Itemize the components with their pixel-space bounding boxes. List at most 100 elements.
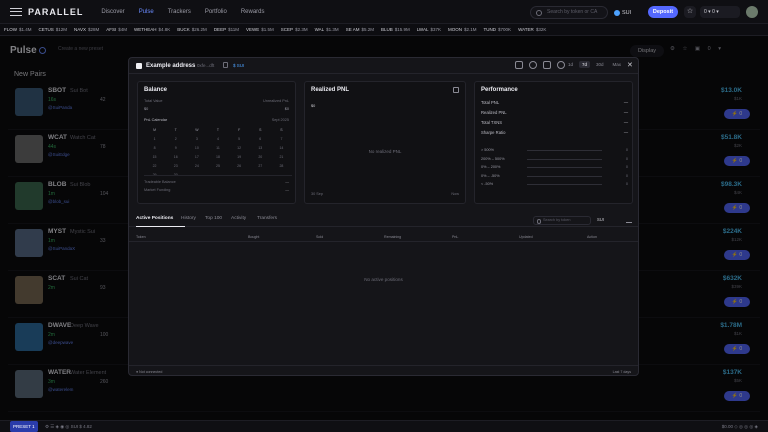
tradeable-label: Tradeable Balance [144, 180, 176, 184]
balance-title: Balance [144, 87, 168, 93]
calendar-day[interactable]: 12 [229, 146, 250, 150]
menu-icon[interactable] [10, 7, 22, 16]
calendar-day[interactable]: 24 [186, 164, 207, 168]
calendar-icon[interactable] [453, 87, 459, 93]
bell-icon[interactable] [529, 61, 537, 69]
calendar-day[interactable]: 17 [186, 155, 207, 159]
calendar-day[interactable]: 8 [144, 146, 165, 150]
search-input[interactable]: Search by token or CA [530, 6, 608, 19]
nav-link-portfolio[interactable]: Portfolio [205, 9, 227, 15]
globe-icon[interactable] [557, 61, 565, 69]
ticker-item[interactable]: WAL $1.3M [315, 27, 339, 32]
share-icon[interactable] [543, 61, 551, 69]
brand-logo[interactable]: PARALLEL [28, 7, 83, 17]
calendar-day[interactable]: 20 [250, 155, 271, 159]
timeframe-30d[interactable]: 30d [593, 61, 607, 68]
calendar-day[interactable]: 16 [165, 155, 186, 159]
calendar-day[interactable]: 1 [144, 137, 165, 141]
calendar-day[interactable]: 21 [271, 155, 292, 159]
stat-value: — [623, 130, 628, 135]
col-bought[interactable]: Bought [248, 235, 259, 239]
nav-link-trackers[interactable]: Trackers [168, 9, 191, 15]
ticker-symbol: VEWE [246, 27, 260, 32]
ticker-item[interactable]: NAVX $28M [74, 27, 99, 32]
distribution-row: < -50% 0 [481, 182, 628, 188]
calendar-day[interactable]: 15 [144, 155, 165, 159]
ticker-item[interactable]: WATER $32K [518, 27, 546, 32]
star-icon[interactable]: ☆ [684, 6, 696, 18]
tab-transfers[interactable]: Transfers [257, 216, 277, 221]
chain-selector[interactable]: SUI [614, 7, 631, 18]
calendar-day[interactable]: 19 [229, 155, 250, 159]
pnl-calendar-month[interactable]: Sept 2025 [272, 118, 289, 122]
calendar-day[interactable]: 2 [165, 137, 186, 141]
ticker-item[interactable]: AFSI $4M [106, 27, 127, 32]
tab-activity[interactable]: Activity [231, 216, 246, 221]
col-remaining[interactable]: Remaining [384, 235, 401, 239]
star-icon[interactable] [515, 61, 523, 69]
nav-link-discover[interactable]: Discover [101, 9, 124, 15]
col-updated[interactable]: Updated [519, 235, 533, 239]
nav-link-pulse[interactable]: Pulse [139, 9, 154, 15]
calendar-day[interactable]: 6 [250, 137, 271, 141]
calendar-day[interactable]: 9 [165, 146, 186, 150]
calendar-day[interactable]: 26 [229, 164, 250, 168]
close-icon[interactable]: ✕ [627, 61, 633, 69]
ticker-item[interactable]: SE AM $5.2M [346, 27, 374, 32]
ticker-item[interactable]: WETHEAH $4.8K [134, 27, 170, 32]
ticker-symbol: CETUS [38, 27, 54, 32]
token-search-input[interactable]: Search by token [533, 216, 591, 225]
timeframe-1d[interactable]: 1d [565, 61, 576, 68]
currency-toggle[interactable]: SUI [597, 217, 604, 222]
col-token[interactable]: Token [136, 235, 146, 239]
calendar-day[interactable]: 4 [207, 137, 228, 141]
calendar-day[interactable]: 13 [250, 146, 271, 150]
calendar-day[interactable]: 14 [271, 146, 292, 150]
calendar-day[interactable]: 23 [165, 164, 186, 168]
ticker-item[interactable]: TUND $700K [484, 27, 512, 32]
tab-active-positions[interactable]: Active Positions [136, 216, 173, 221]
wallet-button[interactable]: 0 ▾ 0 ▾ [700, 6, 740, 18]
calendar-day[interactable]: 25 [207, 164, 228, 168]
modal-balance: $ SUI [233, 63, 245, 68]
ticker-item[interactable]: DEEP $11M [214, 27, 239, 32]
pnl-calendar-label[interactable]: PnL Calendar [144, 118, 167, 122]
calendar-day[interactable]: 11 [207, 146, 228, 150]
distribution-label: > 500% [481, 148, 494, 152]
unrealized-pnl-label: Unrealized PnL [263, 99, 289, 103]
tab-top-100[interactable]: Top 100 [205, 216, 222, 221]
ticker-symbol: WAL [314, 27, 325, 32]
download-icon[interactable] [626, 217, 632, 223]
ticker-item[interactable]: BLUB $15.9M [381, 27, 410, 32]
ticker-value: $2.1M [464, 27, 477, 32]
calendar-day[interactable]: 7 [271, 137, 292, 141]
nav-links: Discover Pulse Trackers Portfolio Reward… [101, 9, 264, 15]
calendar-day[interactable]: 3 [186, 137, 207, 141]
ticker-item[interactable]: VEWE $1.5M [246, 27, 274, 32]
ticker-value: $1.3M [326, 27, 339, 32]
ticker-item[interactable]: MOON $2.1M [448, 27, 477, 32]
nav-link-rewards[interactable]: Rewards [241, 9, 265, 15]
timeframe-max[interactable]: Max [610, 61, 625, 68]
calendar-day[interactable]: 27 [250, 164, 271, 168]
avatar[interactable] [746, 6, 758, 18]
ticker-item[interactable]: SCEP $2.3M [281, 27, 308, 32]
ticker-item[interactable]: CETUS $12M [39, 27, 68, 32]
tab-history[interactable]: History [181, 216, 196, 221]
calendar-day[interactable]: 10 [186, 146, 207, 150]
preset-badge[interactable]: PRESET 1 [10, 421, 38, 432]
stat-value: — [623, 110, 628, 115]
copy-icon[interactable] [223, 62, 228, 68]
calendar-day[interactable]: 22 [144, 164, 165, 168]
ticker-item[interactable]: FLOW $1.4M [4, 27, 32, 32]
calendar-day[interactable]: 18 [207, 155, 228, 159]
calendar-day[interactable]: 5 [229, 137, 250, 141]
ticker-item[interactable]: BUCK $26.2M [177, 27, 207, 32]
col-action[interactable]: Action [587, 235, 597, 239]
calendar-day[interactable]: 28 [271, 164, 292, 168]
col-pnl[interactable]: PnL [452, 235, 458, 239]
ticker-item[interactable]: LWAL $37K [417, 27, 441, 32]
col-sold[interactable]: Sold [316, 235, 323, 239]
deposit-button[interactable]: Deposit [648, 6, 678, 18]
timeframe-7d[interactable]: 7d [579, 61, 591, 68]
